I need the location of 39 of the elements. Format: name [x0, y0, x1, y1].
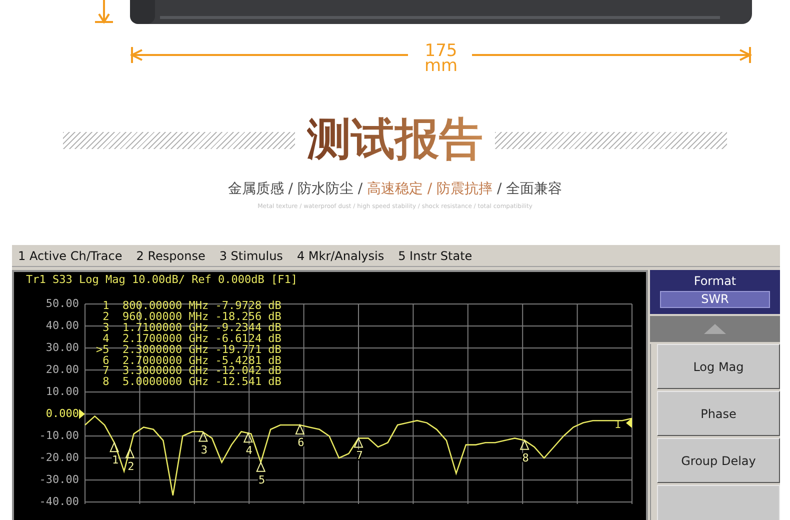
softkey-button[interactable]: [657, 485, 780, 520]
dimension-arrow-icon: [130, 45, 410, 65]
axis-label: 40.00: [46, 318, 79, 334]
axis-label: 50.00: [46, 296, 79, 312]
axis-label: -30.00: [39, 472, 79, 488]
trace-header: Tr1 S33 Log Mag 10.00dB/ Ref 0.000dB [F1]: [25, 272, 298, 288]
axis-label: 20.00: [46, 362, 79, 378]
menu-item[interactable]: 2 Response: [136, 246, 206, 264]
softkey-button[interactable]: Log Mag: [657, 344, 780, 389]
axis-label: 10.00: [46, 384, 79, 400]
up-arrow-icon: [704, 324, 726, 334]
softkey-button[interactable]: Phase: [657, 391, 780, 436]
marker-readout: 4 2.1700000 GHz -6.6124 dB: [102, 334, 282, 345]
dimension-arrow-icon: [94, 0, 114, 24]
format-value: SWR: [660, 291, 770, 308]
axis-label: -40.00: [39, 494, 79, 510]
menu-item[interactable]: 5 Instr State: [398, 246, 472, 264]
softkey-title: Format: [694, 274, 736, 288]
marker-readout: 6 2.7000000 GHz -5.4281 dB: [102, 356, 282, 366]
marker-readout: 3 1.7100000 GHz -9.2344 dB: [102, 322, 282, 334]
subtitle: 金属质感 / 防水防尘 / 高速稳定 / 防震抗摔 / 全面兼容: [228, 180, 562, 198]
dimension-arrow-icon: [472, 45, 752, 65]
menu-item[interactable]: 3 Stimulus: [219, 246, 283, 264]
marker-readout: 7 3.3000000 GHz -12.042 dB: [102, 366, 282, 378]
marker-readout: 1 800.00000 MHz -7.9728 dB: [102, 301, 282, 312]
marker-readout: >5 2.3000000 GHz -19.771 dB: [96, 344, 282, 356]
marker-readout: 2 960.00000 MHz -18.256 dB: [102, 312, 282, 323]
scroll-up-button[interactable]: [650, 316, 780, 342]
dimension-value: 175: [424, 44, 458, 59]
marker-readout: 8 5.0000000 GHz -12.541 dB: [102, 377, 282, 388]
axis-label: 30.00: [46, 340, 79, 356]
menu-item[interactable]: 4 Mkr/Analysis: [296, 246, 384, 264]
axis-label: -10.00: [39, 428, 79, 444]
reference-arrow-icon: [79, 409, 85, 419]
axis-label: 0.000: [46, 406, 79, 422]
dimension-unit: mm: [424, 59, 458, 74]
softkey-button[interactable]: Group Delay: [657, 438, 780, 483]
menu-item[interactable]: 1 Active Ch/Trace: [18, 246, 122, 264]
axis-label: -20.00: [39, 450, 79, 466]
